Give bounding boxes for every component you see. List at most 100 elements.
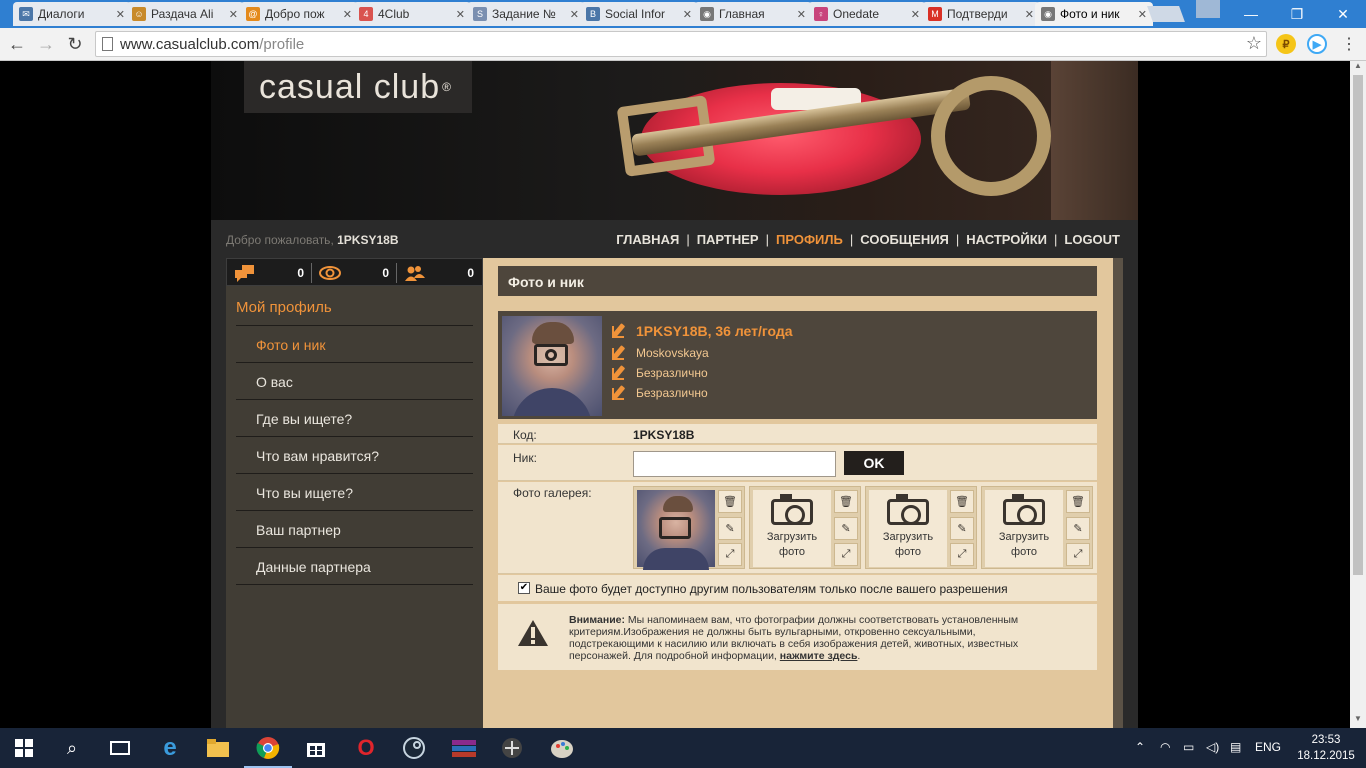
menu-icon[interactable]: ⋮	[1338, 33, 1360, 55]
upload-photo-button[interactable]: Загрузить фото	[985, 490, 1063, 567]
browser-tab[interactable]: ◉ Фото и ник ✕	[1035, 2, 1153, 26]
gallery-photo[interactable]	[637, 490, 715, 570]
trash-icon[interactable]: 🗑	[1066, 490, 1090, 513]
tab-close-icon[interactable]: ✕	[1138, 8, 1147, 21]
bookmark-star-icon[interactable]: ☆	[1246, 33, 1262, 54]
nav-link[interactable]: НАСТРОЙКИ	[966, 232, 1047, 247]
tray-overflow-icon[interactable]: ⌃	[1135, 740, 1145, 754]
warning-link[interactable]: нажмите здесь	[780, 650, 858, 662]
nav-link[interactable]: ГЛАВНАЯ	[616, 232, 679, 247]
messages-stat[interactable]: 0	[227, 259, 312, 287]
sidebar-item[interactable]: Что вы ищете?	[256, 485, 353, 501]
play-extension-icon[interactable]: ▶	[1307, 34, 1327, 54]
edit-photo-icon[interactable]: ✎	[718, 517, 742, 540]
minimize-button[interactable]: —	[1228, 0, 1274, 28]
winrar-icon[interactable]	[450, 734, 478, 762]
tab-close-icon[interactable]: ✕	[116, 8, 125, 21]
close-window-button[interactable]: ✕	[1320, 0, 1366, 28]
views-stat[interactable]: 0	[312, 259, 397, 287]
forward-icon[interactable]: →	[35, 33, 57, 55]
new-tab-button[interactable]	[1147, 6, 1185, 22]
tab-close-icon[interactable]: ✕	[1025, 8, 1034, 21]
upload-photo-button[interactable]: Загрузить фото	[753, 490, 831, 567]
volume-icon[interactable]: ◁)	[1206, 740, 1219, 754]
tab-close-icon[interactable]: ✕	[911, 8, 920, 21]
language-indicator[interactable]: ENG	[1255, 740, 1281, 754]
browser-tab[interactable]: S Задание № ✕	[467, 2, 585, 26]
tab-favicon-icon: ☺	[132, 7, 146, 21]
site-logo[interactable]: casual club ®	[244, 61, 472, 113]
crop-icon[interactable]: ⤢	[834, 543, 858, 566]
tab-close-icon[interactable]: ✕	[343, 8, 352, 21]
edge-icon[interactable]: e	[156, 734, 184, 762]
user-profile-button[interactable]	[1196, 0, 1220, 18]
reload-icon[interactable]: ↻	[64, 33, 86, 55]
address-bar[interactable]: www.casualclub.com/profile ☆	[95, 31, 1267, 57]
search-icon[interactable]: ⌕	[58, 734, 86, 762]
tab-close-icon[interactable]: ✕	[683, 8, 692, 21]
task-view-icon[interactable]	[106, 734, 134, 762]
browser-tab[interactable]: ✉ Диалоги ✕	[13, 2, 131, 26]
nav-link[interactable]: СООБЩЕНИЯ	[860, 232, 949, 247]
consent-checkbox[interactable]: ✔	[518, 582, 530, 594]
sidebar-item[interactable]: Фото и ник	[256, 337, 325, 353]
nav-link[interactable]: ПАРТНЕР	[697, 232, 759, 247]
page-scrollbar[interactable]: ▲ ▼	[1350, 61, 1366, 728]
chrome-icon[interactable]	[244, 734, 292, 768]
ruble-extension-icon[interactable]: ₽	[1276, 34, 1296, 54]
store-icon[interactable]	[302, 734, 330, 762]
profile-field3-row[interactable]: Безразлично	[611, 385, 708, 401]
trash-icon[interactable]: 🗑	[950, 490, 974, 513]
back-icon[interactable]: ←	[6, 33, 28, 55]
action-center-icon[interactable]: ▤	[1230, 740, 1241, 754]
scroll-thumb[interactable]	[1353, 75, 1363, 575]
tab-close-icon[interactable]: ✕	[456, 8, 465, 21]
profile-field2-row[interactable]: Безразлично	[611, 365, 708, 381]
contacts-stat[interactable]: 0	[397, 259, 482, 287]
browser-tab[interactable]: ♀ Onedate ✕	[808, 2, 926, 26]
browser-tab[interactable]: 4 4Club ✕	[353, 2, 471, 26]
nav-link[interactable]: LOGOUT	[1064, 232, 1120, 247]
file-explorer-icon[interactable]	[204, 734, 232, 762]
tab-close-icon[interactable]: ✕	[229, 8, 238, 21]
sidebar-item[interactable]: Что вам нравится?	[256, 448, 379, 464]
tab-close-icon[interactable]: ✕	[797, 8, 806, 21]
unity-app-icon[interactable]	[498, 734, 526, 762]
browser-tab[interactable]: ☺ Раздача Ali ✕	[126, 2, 244, 26]
my-profile-title[interactable]: Мой профиль	[236, 299, 332, 316]
browser-tab[interactable]: M Подтверди ✕	[922, 2, 1040, 26]
taskbar-clock[interactable]: 23:53 18.12.2015	[1296, 732, 1356, 764]
tab-close-icon[interactable]: ✕	[570, 8, 579, 21]
edit-photo-icon[interactable]: ✎	[834, 517, 858, 540]
sidebar-item[interactable]: Ваш партнер	[256, 522, 341, 538]
nav-link[interactable]: ПРОФИЛЬ	[776, 232, 843, 247]
profile-location-row[interactable]: Moskovskaya	[611, 345, 709, 361]
battery-icon[interactable]: ▭	[1183, 740, 1194, 754]
windows-start-icon[interactable]	[10, 734, 38, 762]
wifi-icon[interactable]: ◠	[1160, 740, 1170, 754]
sidebar-item[interactable]: Где вы ищете?	[256, 411, 352, 427]
profile-avatar[interactable]	[502, 316, 602, 416]
crop-icon[interactable]: ⤢	[718, 543, 742, 566]
browser-tab[interactable]: ◉ Главная ✕	[694, 2, 812, 26]
sidebar-item[interactable]: Данные партнера	[256, 559, 371, 575]
trash-icon[interactable]: 🗑	[718, 490, 742, 513]
trash-icon[interactable]: 🗑	[834, 490, 858, 513]
edit-photo-icon[interactable]: ✎	[950, 517, 974, 540]
browser-tab[interactable]: @ Добро пож ✕	[240, 2, 358, 26]
opera-icon[interactable]: O	[352, 734, 380, 762]
scroll-up-icon[interactable]: ▲	[1350, 61, 1366, 75]
browser-tab[interactable]: B Social Infor ✕	[580, 2, 698, 26]
nick-input[interactable]	[633, 451, 836, 477]
scroll-down-icon[interactable]: ▼	[1350, 714, 1366, 728]
edit-photo-icon[interactable]: ✎	[1066, 517, 1090, 540]
maximize-button[interactable]: ❐	[1274, 0, 1320, 28]
profile-headline-row[interactable]: 1PKSY18B, 36 лет/года	[611, 323, 793, 339]
sidebar-item[interactable]: О вас	[256, 374, 293, 390]
steam-icon[interactable]	[400, 734, 428, 762]
crop-icon[interactable]: ⤢	[950, 543, 974, 566]
ok-button[interactable]: OK	[844, 451, 904, 475]
upload-photo-button[interactable]: Загрузить фото	[869, 490, 947, 567]
crop-icon[interactable]: ⤢	[1066, 543, 1090, 566]
paint-icon[interactable]	[548, 734, 576, 762]
